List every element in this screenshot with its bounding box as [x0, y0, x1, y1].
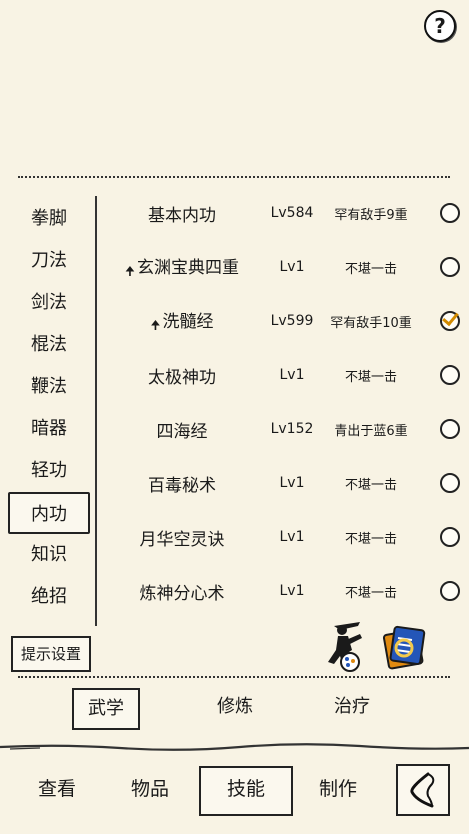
- back-button[interactable]: [396, 764, 450, 816]
- category-tab[interactable]: 棍法: [8, 324, 90, 366]
- skill-row[interactable]: 月华空灵诀 Lv1 不堪一击: [100, 510, 460, 564]
- skill-rank: 不堪一击: [344, 531, 397, 547]
- skill-name-text: 基本内功: [148, 205, 216, 226]
- skill-name-text: 四海经: [156, 421, 208, 442]
- skill-level: Lv1: [279, 583, 305, 599]
- skill-name-text: 洗髓经: [162, 312, 214, 332]
- skill-name-text: 炼神分心术: [139, 583, 225, 604]
- skill-rank: 不堪一击: [344, 477, 397, 493]
- category-list: 拳脚 刀法 剑法 棍法 鞭法 暗器 轻功 内功 知识 绝招: [8, 198, 90, 618]
- skill-select-checkbox[interactable]: [440, 365, 460, 385]
- skill-rank: 罕有敌手10重: [330, 315, 412, 331]
- skill-name: 🠉 洗髓经: [100, 307, 264, 335]
- hint-settings-button[interactable]: 提示设置: [11, 636, 91, 672]
- arrow-up-icon: 🠉: [150, 318, 161, 332]
- category-tab[interactable]: 鞭法: [8, 366, 90, 408]
- skill-name: 🠉 玄渊宝典四重: [100, 253, 264, 281]
- skill-row[interactable]: 🠉 玄渊宝典四重 Lv1 不堪一击: [100, 240, 460, 294]
- bottom-tab[interactable]: 制作: [293, 766, 383, 812]
- skill-rank: 不堪一击: [344, 585, 397, 601]
- martial-artist-icon[interactable]: [320, 620, 368, 674]
- skill-select-checkbox[interactable]: [440, 473, 460, 493]
- skill-level: Lv1: [279, 529, 305, 545]
- skill-level: Lv1: [279, 475, 305, 491]
- bottom-tab[interactable]: 查看: [12, 766, 102, 812]
- skill-select-checkbox[interactable]: [440, 419, 460, 439]
- category-tab[interactable]: 绝招: [8, 576, 90, 618]
- sub-tab[interactable]: 治疗: [320, 688, 384, 726]
- category-tab[interactable]: 刀法: [8, 240, 90, 282]
- help-button[interactable]: ?: [424, 10, 456, 42]
- scroll-book-icon[interactable]: [380, 624, 428, 672]
- sub-tab[interactable]: 修炼: [203, 688, 267, 726]
- skill-level: Lv1: [279, 367, 305, 383]
- skill-rank: 青出于蓝6重: [334, 423, 408, 439]
- brush-stroke-divider: [0, 743, 469, 751]
- back-arrow-icon: [410, 772, 435, 808]
- skill-row[interactable]: 🠉 洗髓经 Lv599 罕有敌手10重: [100, 294, 460, 348]
- skill-name: 月华空灵诀: [100, 525, 264, 550]
- category-divider: [95, 196, 97, 626]
- sub-tab[interactable]: 武学: [72, 688, 140, 730]
- arrow-up-icon: 🠉: [125, 264, 135, 278]
- skill-select-checkbox[interactable]: [440, 257, 460, 277]
- skill-select-checkbox[interactable]: [440, 203, 460, 223]
- skill-name-text: 百毒秘术: [148, 475, 216, 496]
- category-tab[interactable]: 内功: [8, 492, 90, 534]
- skill-rank: 罕有敌手9重: [334, 207, 408, 223]
- skill-name: 太极神功: [100, 363, 264, 388]
- skill-rank: 不堪一击: [344, 369, 397, 385]
- bottom-tab[interactable]: 物品: [105, 766, 195, 812]
- skill-name-text: 太极神功: [148, 367, 216, 388]
- skill-row[interactable]: 基本内功 Lv584 罕有敌手9重: [100, 186, 460, 240]
- category-tab[interactable]: 知识: [8, 534, 90, 576]
- divider-bottom: [18, 676, 450, 678]
- skill-row[interactable]: 四海经 Lv152 青出于蓝6重: [100, 402, 460, 456]
- skill-name: 炼神分心术: [100, 579, 264, 604]
- skill-row[interactable]: 太极神功 Lv1 不堪一击: [100, 348, 460, 402]
- skill-name: 百毒秘术: [100, 471, 264, 496]
- skill-level: Lv599: [270, 313, 314, 329]
- skill-name-text: 月华空灵诀: [139, 529, 225, 550]
- skill-select-checkbox[interactable]: [440, 581, 460, 601]
- skill-select-checkbox[interactable]: [440, 311, 460, 331]
- skill-level: Lv584: [270, 205, 314, 221]
- divider-top: [18, 176, 450, 178]
- skill-name: 基本内功: [100, 201, 264, 226]
- skill-row[interactable]: 百毒秘术 Lv1 不堪一击: [100, 456, 460, 510]
- skill-select-checkbox[interactable]: [440, 527, 460, 547]
- skill-name-text: 玄渊宝典四重: [136, 258, 239, 278]
- skill-level: Lv152: [270, 421, 314, 437]
- skill-rank: 不堪一击: [344, 261, 397, 277]
- category-tab[interactable]: 剑法: [8, 282, 90, 324]
- bottom-tab[interactable]: 技能: [199, 766, 293, 816]
- category-tab[interactable]: 轻功: [8, 450, 90, 492]
- category-tab[interactable]: 拳脚: [8, 198, 90, 240]
- skill-level: Lv1: [279, 259, 305, 275]
- skill-name: 四海经: [100, 417, 264, 442]
- category-tab[interactable]: 暗器: [8, 408, 90, 450]
- skill-row[interactable]: 炼神分心术 Lv1 不堪一击: [100, 564, 460, 618]
